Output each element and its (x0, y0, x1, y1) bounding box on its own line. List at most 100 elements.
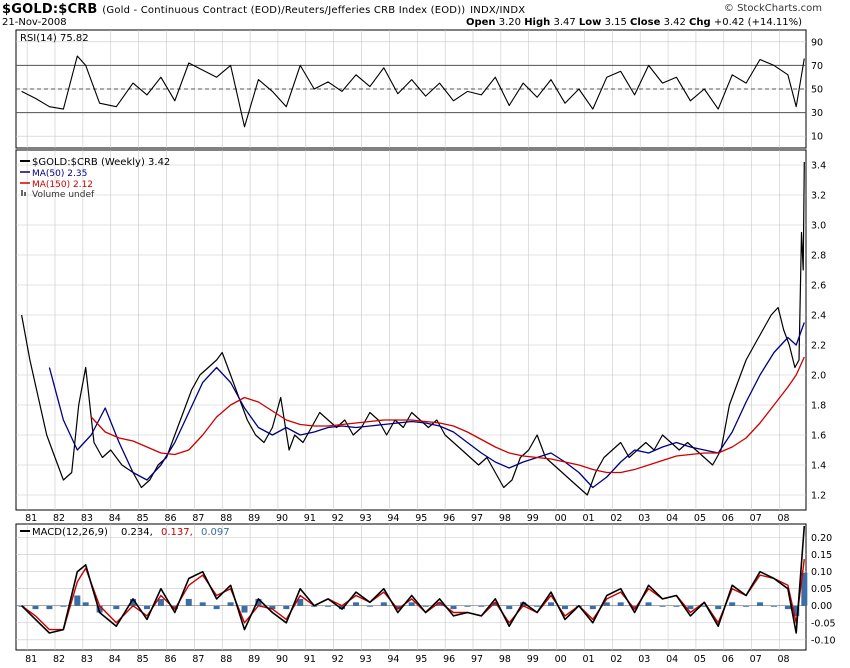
x-tick-label: 97 (471, 513, 483, 524)
macd-histogram-bar (283, 605, 290, 610)
x-tick-label: 91 (304, 654, 316, 665)
macd-histogram-bar (185, 598, 192, 606)
macd-histogram-bar (408, 602, 415, 606)
rsi-panel: RSI(14) 75.82 90 70 50 30 10 (15, 29, 823, 149)
x-tick-label: 01 (582, 513, 594, 524)
x-tick-label: 02 (610, 513, 622, 524)
x-tick-label: 07 (750, 513, 762, 524)
x-tick-label: 82 (53, 513, 65, 524)
x-tick-label: 95 (415, 654, 427, 665)
y-tick-label: 0.15 (811, 550, 832, 561)
x-tick-label: 92 (332, 513, 344, 524)
y-tick-label: 0.00 (811, 601, 832, 612)
y-tick-label: -0.05 (811, 618, 836, 629)
volume-icon-bar (24, 192, 26, 196)
x-tick-label: 87 (192, 654, 204, 665)
x-tick-label: 04 (666, 654, 678, 665)
macd-histogram-bar (770, 605, 777, 607)
macd-histogram-bar (325, 605, 332, 607)
y-tick-label: 10 (811, 132, 823, 143)
y-tick-label: 1.6 (811, 431, 826, 442)
x-tick-label: 86 (164, 513, 176, 524)
macd-histogram-bar (241, 605, 248, 613)
macd-hist-value: 0.097 (201, 527, 230, 538)
x-tick-label: 05 (694, 654, 706, 665)
x-tick-label: 00 (555, 654, 567, 665)
macd-histogram-bar (82, 602, 89, 606)
x-tick-label: 91 (304, 513, 316, 524)
y-tick-label: 1.2 (811, 491, 826, 502)
y-tick-label: 2.6 (811, 281, 826, 292)
x-tick-label: 08 (778, 513, 790, 524)
macd-histogram-bar (687, 605, 694, 610)
price-x-axis: 81 82 83 84 85 86 87 88 89 90 91 92 93 94 95 96 97 98 99 00… (25, 513, 789, 524)
macd-histogram-bar (589, 605, 596, 610)
macd-x-axis: 81 82 83 84 85 86 87 88 89 90 91 92 93 94 95 96 97 98 99 00… (25, 654, 789, 665)
y-tick-label: 0.05 (811, 584, 832, 595)
macd-histogram-bar (464, 605, 471, 607)
y-tick-label: 2.4 (811, 311, 826, 322)
x-tick-label: 03 (638, 654, 650, 665)
y-tick-label: 3.2 (811, 191, 826, 202)
x-tick-label: 94 (387, 513, 399, 524)
macd-histogram-bar (784, 605, 791, 610)
y-tick-label: 70 (811, 61, 823, 72)
macd-histogram-bar (46, 605, 53, 610)
macd-y-axis: 0.20 0.15 0.10 0.05 0.00 -0.05 -0.10 (811, 533, 836, 646)
stock-chart: RSI(14) 75.82 90 70 50 30 10 3.4 3.2 3.0 2.8 2.6… (15, 29, 836, 665)
macd-histogram-bar (729, 602, 736, 606)
y-tick-label: 3.4 (811, 161, 826, 172)
macd-histogram-bar (422, 605, 429, 607)
x-tick-label: 89 (248, 654, 260, 665)
x-tick-label: 07 (750, 654, 762, 665)
legend-ma150: MA(150) 2.12 (32, 180, 93, 190)
macd-histogram-bar (548, 602, 555, 606)
x-tick-label: 83 (81, 513, 93, 524)
x-tick-label: 04 (666, 513, 678, 524)
macd-signal-value: 0.137, (161, 527, 193, 538)
y-tick-label: 90 (811, 37, 823, 48)
x-tick-label: 93 (360, 654, 372, 665)
macd-histogram-bar (673, 605, 680, 607)
x-tick-label: 85 (137, 513, 149, 524)
x-tick-label: 03 (638, 513, 650, 524)
macd-histogram-bar (199, 602, 206, 606)
macd-title: MACD(12,26,9) (32, 527, 108, 538)
rsi-y-axis: 90 70 50 30 10 (811, 37, 823, 142)
macd-histogram-bar (143, 605, 150, 610)
x-tick-label: 06 (722, 513, 734, 524)
macd-histogram-bar (352, 602, 359, 606)
price-panel: 3.43.23.02.82.62.42.22.01.81.61.41.2 81 8… (15, 149, 826, 524)
x-tick-label: 98 (499, 513, 511, 524)
y-tick-label: 2.8 (811, 251, 826, 262)
x-tick-label: 01 (582, 654, 594, 665)
x-tick-label: 00 (555, 513, 567, 524)
x-tick-label: 88 (220, 654, 232, 665)
macd-value: 0.234, (121, 527, 153, 538)
legend-price: $GOLD:$CRB (Weekly) 3.42 (32, 157, 170, 168)
x-tick-label: 90 (276, 654, 288, 665)
x-tick-label: 86 (164, 654, 176, 665)
macd-histogram-bar (450, 605, 457, 610)
macd-histogram-bar (561, 605, 568, 610)
x-tick-label: 93 (360, 513, 372, 524)
macd-histogram-bar (506, 605, 513, 610)
x-tick-label: 83 (81, 654, 93, 665)
legend-volume: Volume undef (32, 190, 95, 200)
macd-histogram-bar (757, 602, 764, 606)
x-tick-label: 94 (387, 654, 399, 665)
macd-histogram-bar (32, 605, 39, 610)
macd-histogram-bar (534, 605, 541, 607)
x-tick-label: 81 (25, 654, 37, 665)
y-tick-label: 0.20 (811, 533, 832, 544)
macd-histogram-bar (366, 605, 373, 607)
macd-histogram-bar (617, 602, 624, 606)
y-tick-label: 0.10 (811, 567, 832, 578)
y-tick-label: 2.2 (811, 341, 826, 352)
x-tick-label: 92 (332, 654, 344, 665)
x-tick-label: 89 (248, 513, 260, 524)
y-tick-label: 1.8 (811, 401, 826, 412)
macd-histogram-bar (645, 602, 652, 606)
y-tick-label: -0.10 (811, 635, 836, 646)
x-tick-label: 08 (778, 654, 790, 665)
